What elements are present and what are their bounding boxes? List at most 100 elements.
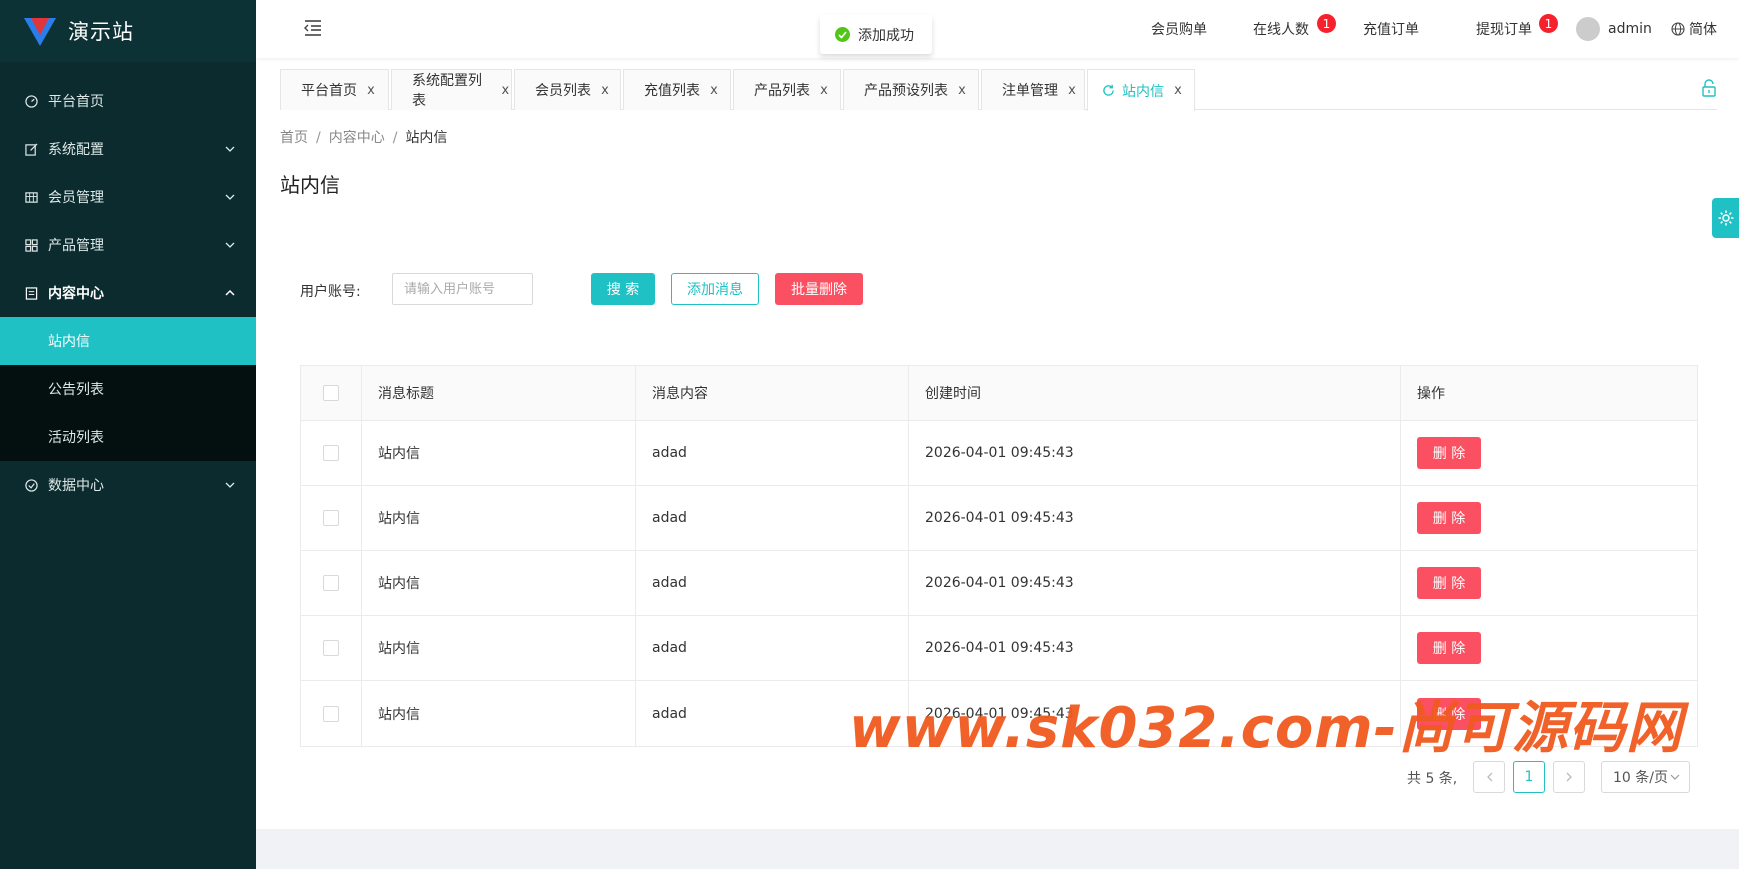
sidebar: 演示站 平台首页 系统配置 会员管理 产品管理 内容中心 站内信 公告列表 活动… (0, 0, 256, 869)
tab-product-preset-list[interactable]: 产品预设列表 x (843, 69, 979, 110)
chevron-down-icon (224, 479, 236, 491)
tab-label: 注单管理 (1002, 83, 1058, 99)
user-account-input[interactable] (392, 273, 533, 305)
content-submenu: 站内信 公告列表 活动列表 (0, 317, 256, 461)
sidebar-item-dashboard[interactable]: 平台首页 (0, 77, 256, 125)
row-select-cell (301, 551, 362, 615)
page-size-select[interactable]: 10 条/页 (1601, 761, 1690, 793)
nav-member-orders[interactable]: 会员购单 (1151, 0, 1207, 58)
sidebar-item-system-config[interactable]: 系统配置 (0, 125, 256, 173)
settings-button[interactable] (1712, 198, 1739, 238)
tab-bet-management[interactable]: 注单管理 x (981, 69, 1085, 110)
chevron-down-icon (224, 143, 236, 155)
delete-button[interactable]: 删 除 (1417, 502, 1481, 534)
cell-title: 站内信 (362, 421, 636, 485)
row-checkbox[interactable] (323, 575, 339, 591)
column-header-title: 消息标题 (362, 366, 636, 420)
sidebar-item-label: 数据中心 (48, 478, 104, 494)
dashboard-icon (24, 94, 38, 108)
select-all-cell (301, 366, 362, 420)
tab-label: 会员列表 (535, 83, 591, 99)
nav-recharge-orders[interactable]: 充值订单 (1363, 0, 1419, 58)
delete-button[interactable]: 删 除 (1417, 632, 1481, 664)
close-icon[interactable]: x (1066, 83, 1078, 98)
menu-fold-icon[interactable] (303, 19, 323, 37)
search-button[interactable]: 搜 索 (591, 273, 655, 305)
pagination-total: 共 5 条, (1407, 771, 1458, 787)
row-checkbox[interactable] (323, 640, 339, 656)
row-select-cell (301, 616, 362, 680)
cell-actions: 删 除 (1401, 551, 1697, 615)
tab-label: 充值列表 (644, 83, 700, 99)
close-icon[interactable]: x (1172, 83, 1184, 98)
tab-recharge-list[interactable]: 充值列表 x (623, 69, 731, 110)
tab-label: 产品预设列表 (864, 83, 948, 99)
cell-created: 2026-04-01 09:45:43 (909, 421, 1401, 485)
chevron-down-icon (224, 191, 236, 203)
row-checkbox[interactable] (323, 510, 339, 526)
sidebar-item-label: 系统配置 (48, 142, 104, 158)
table-icon (24, 190, 38, 204)
submenu-item-activities[interactable]: 活动列表 (0, 413, 256, 461)
close-icon[interactable]: x (818, 83, 830, 98)
cell-created: 2026-04-01 09:45:43 (909, 616, 1401, 680)
success-toast: 添加成功 (820, 15, 932, 54)
cell-created: 2026-04-01 09:45:43 (909, 551, 1401, 615)
table-row: 站内信 adad 2026-04-01 09:45:43 删 除 (301, 421, 1697, 486)
tab-label: 站内信 (1122, 83, 1164, 100)
nav-withdraw-orders[interactable]: 提现订单 (1476, 0, 1532, 58)
cell-actions: 删 除 (1401, 421, 1697, 485)
tab-station-mail[interactable]: 站内信 x (1087, 69, 1195, 111)
sidebar-item-label: 产品管理 (48, 238, 104, 254)
watermark: www.sk032.com-尚可源码网 (849, 696, 1683, 761)
sidebar-item-products[interactable]: 产品管理 (0, 221, 256, 269)
sidebar-item-members[interactable]: 会员管理 (0, 173, 256, 221)
prev-page-button[interactable] (1473, 761, 1505, 793)
sidebar-item-content-center[interactable]: 内容中心 (0, 269, 256, 317)
next-page-button[interactable] (1553, 761, 1585, 793)
nav-online-users[interactable]: 在线人数 (1253, 0, 1309, 58)
tab-product-list[interactable]: 产品列表 x (733, 69, 841, 110)
table-row: 站内信 adad 2026-04-01 09:45:43 删 除 (301, 551, 1697, 616)
edit-icon (24, 142, 38, 156)
delete-button[interactable]: 删 除 (1417, 567, 1481, 599)
refresh-icon[interactable] (1102, 84, 1115, 97)
submenu-item-announcements[interactable]: 公告列表 (0, 365, 256, 413)
logo[interactable]: 演示站 (0, 0, 256, 62)
chevron-up-icon (224, 287, 236, 299)
cell-content: adad (636, 551, 909, 615)
chevron-down-icon (1670, 774, 1680, 780)
tab-member-list[interactable]: 会员列表 x (514, 69, 621, 110)
sidebar-item-data-center[interactable]: 数据中心 (0, 461, 256, 509)
cell-title: 站内信 (362, 616, 636, 680)
globe-icon (1671, 22, 1685, 36)
breadcrumb-separator: / (316, 130, 321, 146)
user-menu[interactable]: admin (1576, 0, 1652, 58)
close-icon[interactable]: x (708, 83, 720, 98)
select-all-checkbox[interactable] (323, 385, 339, 401)
tab-system-config-list[interactable]: 系统配置列表 x (391, 69, 512, 110)
row-checkbox[interactable] (323, 445, 339, 461)
page-number[interactable]: 1 (1513, 761, 1545, 793)
delete-button[interactable]: 删 除 (1417, 437, 1481, 469)
breadcrumb-section[interactable]: 内容中心 (329, 130, 385, 146)
tab-dashboard[interactable]: 平台首页 x (280, 69, 389, 110)
cell-created: 2026-04-01 09:45:43 (909, 486, 1401, 550)
chevron-down-icon (224, 239, 236, 251)
sidebar-item-label: 内容中心 (48, 286, 104, 302)
breadcrumb-home[interactable]: 首页 (280, 130, 308, 146)
row-checkbox[interactable] (323, 705, 339, 722)
user-account-label: 用户账号: (300, 284, 361, 300)
submenu-item-station-mail[interactable]: 站内信 (0, 317, 256, 365)
close-icon[interactable]: x (500, 83, 511, 98)
logo-icon (24, 18, 56, 46)
table-row: 站内信 adad 2026-04-01 09:45:43 删 除 (301, 616, 1697, 681)
unlock-icon[interactable] (1701, 79, 1717, 97)
close-icon[interactable]: x (599, 83, 611, 98)
close-icon[interactable]: x (365, 83, 377, 98)
add-message-button[interactable]: 添加消息 (671, 273, 759, 305)
close-icon[interactable]: x (956, 83, 968, 98)
row-select-cell (301, 681, 362, 746)
batch-delete-button[interactable]: 批量删除 (775, 273, 863, 305)
language-switch[interactable]: 简体 (1671, 0, 1717, 58)
